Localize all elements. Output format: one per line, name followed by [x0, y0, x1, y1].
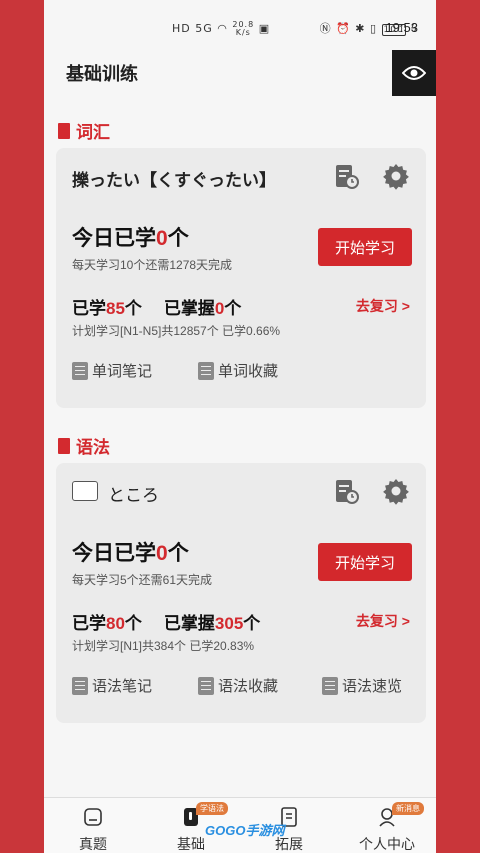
- nfc-icon: Ⓝ: [319, 22, 332, 35]
- grammar-checkbox[interactable]: [72, 481, 98, 501]
- plan-progress: 计划学习[N1-N5]共12857个 已学0.66%: [72, 324, 281, 338]
- app-screen: HD 5G ◠ 20.8 K/s ▣ Ⓝ ⏰ ✱ ▯ 100 ϟ 19:53 基础…: [44, 0, 436, 853]
- grammar-section-header: 语法: [58, 433, 110, 458]
- today-count: 0: [156, 227, 168, 250]
- start-study-button[interactable]: 开始学习: [318, 228, 412, 266]
- study-plan: 每天学习5个还需61天完成: [72, 573, 213, 587]
- status-time: 19:53: [385, 20, 418, 35]
- book-icon: [58, 437, 70, 454]
- network-speed: 20.8 K/s: [232, 20, 255, 37]
- current-word[interactable]: 擽ったい【くすぐったい】: [72, 166, 276, 191]
- eye-icon: [402, 66, 426, 80]
- notebook-icon[interactable]: [332, 477, 360, 505]
- page-title: 基础训练: [66, 64, 138, 84]
- today-learned: 今日已学0个: [72, 227, 189, 250]
- note-icon: [72, 361, 88, 380]
- learned-count: 85: [106, 299, 125, 318]
- study-plan: 每天学习10个还需1278天完成: [72, 258, 233, 272]
- home-icon: [84, 808, 102, 826]
- toggle-visibility-button[interactable]: [392, 50, 436, 96]
- wifi-icon: ◠: [217, 22, 228, 35]
- vocab-card: 擽ったい【くすぐったい】 今日已学0个 每天学习10个还需1278天完成 开始学…: [56, 148, 426, 408]
- bluetooth-icon: ✱: [355, 22, 366, 35]
- vibrate-icon: ▯: [369, 22, 378, 35]
- gear-icon[interactable]: [382, 162, 410, 190]
- tab-label: 真题: [79, 836, 107, 852]
- gear-icon[interactable]: [382, 477, 410, 505]
- tab-label: 个人中心: [359, 836, 415, 852]
- list-icon: [322, 676, 338, 695]
- grammar-favorites-button[interactable]: 语法收藏: [198, 675, 278, 696]
- learning-stats: 已学80个 已掌握305个: [72, 614, 261, 633]
- network-indicator: HD 5G: [172, 22, 213, 35]
- note-icon: [72, 676, 88, 695]
- grammar-notes-button[interactable]: 语法笔记: [72, 675, 152, 696]
- tab-badge: 学语法: [196, 802, 228, 815]
- vocab-section-header: 词汇: [58, 118, 110, 143]
- watermark-logo: GOGO手游网: [205, 823, 285, 838]
- status-icons: HD 5G ◠ 20.8 K/s ▣ Ⓝ ⏰ ✱ ▯ 100 ϟ: [172, 20, 419, 37]
- notebook-icon[interactable]: [332, 162, 360, 190]
- book-icon: [58, 122, 70, 139]
- current-grammar[interactable]: ところ: [108, 481, 159, 506]
- bookmark-icon: [198, 676, 214, 695]
- bookmark-icon: [198, 361, 214, 380]
- alarm-icon: ⏰: [336, 22, 351, 35]
- grammar-overview-button[interactable]: 语法速览: [322, 675, 402, 696]
- status-bar: HD 5G ◠ 20.8 K/s ▣ Ⓝ ⏰ ✱ ▯ 100 ϟ 19:53: [44, 0, 436, 54]
- tab-profile[interactable]: 新消息 个人中心: [338, 798, 436, 853]
- learned-count: 80: [106, 614, 125, 633]
- mastered-count: 0: [214, 299, 225, 318]
- today-count: 0: [156, 542, 168, 565]
- today-learned: 今日已学0个: [72, 542, 189, 565]
- learning-stats: 已学85个 已掌握0个: [72, 299, 242, 318]
- plan-progress: 计划学习[N1]共384个 已学20.83%: [72, 639, 255, 653]
- app-notification-icon: ▣: [258, 22, 271, 35]
- tab-badge: 新消息: [392, 802, 424, 815]
- word-notes-button[interactable]: 单词笔记: [72, 360, 152, 381]
- review-link[interactable]: 去复习 >: [356, 611, 410, 631]
- start-study-button[interactable]: 开始学习: [318, 543, 412, 581]
- review-link[interactable]: 去复习 >: [356, 296, 410, 316]
- vocab-section-title: 词汇: [76, 123, 110, 142]
- tab-exams[interactable]: 真题: [44, 798, 142, 853]
- mastered-count: 305: [214, 614, 244, 633]
- grammar-card: ところ 今日已学0个 每天学习5个还需61天完成 开始学习 已学80个 已掌握30…: [56, 463, 426, 723]
- word-favorites-button[interactable]: 单词收藏: [198, 360, 278, 381]
- grammar-section-title: 语法: [76, 438, 110, 457]
